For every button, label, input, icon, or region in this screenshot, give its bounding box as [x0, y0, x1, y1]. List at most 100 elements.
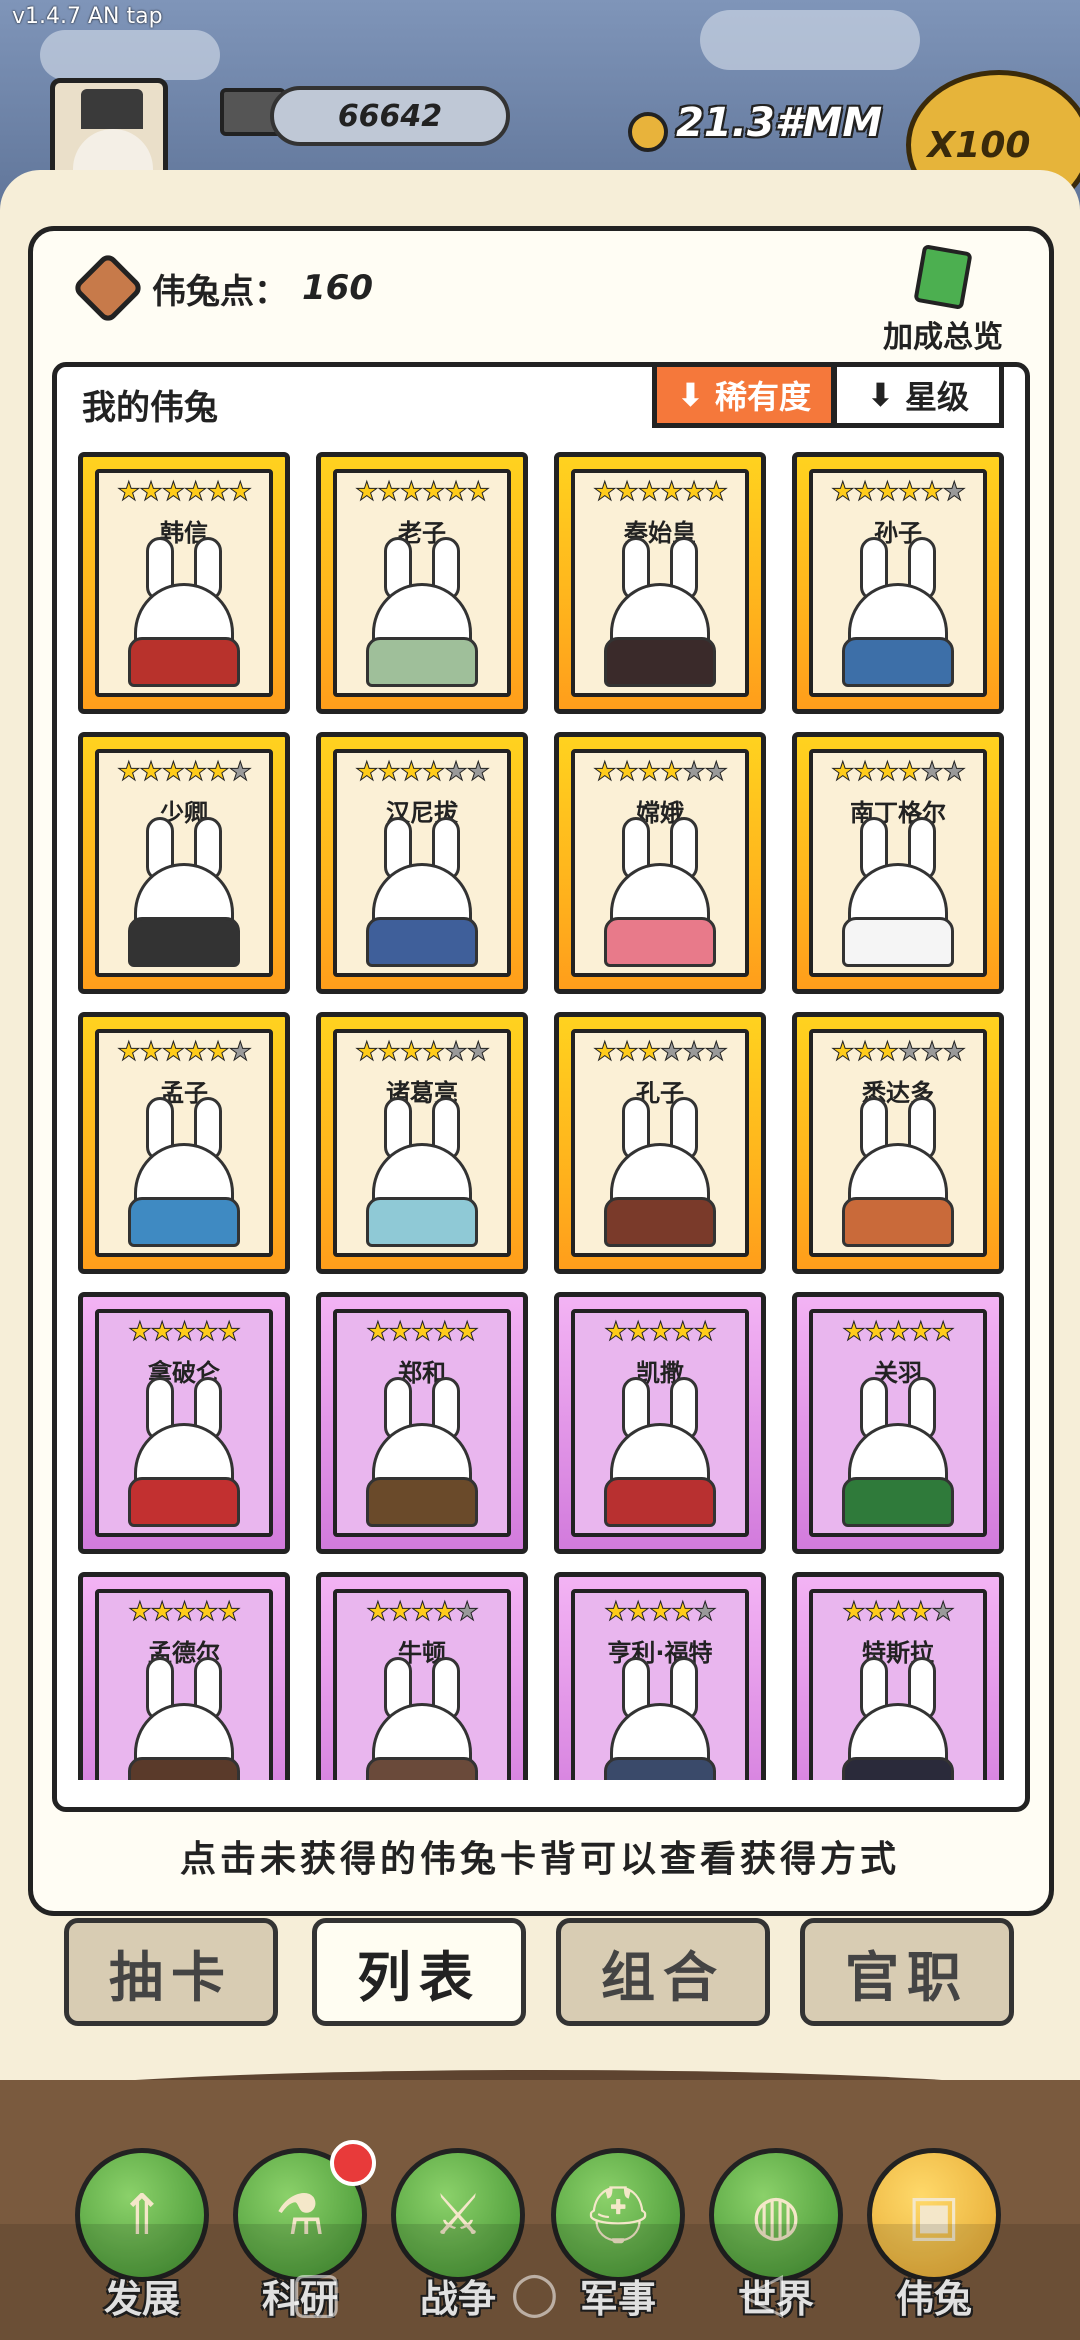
hero-card[interactable]: ★★★★★ 牛顿 [316, 1572, 528, 1780]
card-face: ★★★★★ 特斯拉 [809, 1589, 987, 1780]
hero-card[interactable]: ★★★★★★ 秦始皇 [554, 452, 766, 714]
star-icon: ★ [593, 477, 617, 508]
card-face: ★★★★★★ 孟子 [95, 1029, 273, 1257]
star-icon: ★ [648, 1317, 672, 1348]
tab-list[interactable]: 列表 [312, 1918, 526, 2026]
list-title: 我的伟兔 [82, 388, 218, 428]
tab-office[interactable]: 官职 [800, 1918, 1014, 2026]
system-home-button[interactable]: ○ [510, 2260, 559, 2325]
card-face: ★★★★★★ 韩信 [95, 469, 273, 697]
star-icon: ★ [377, 477, 401, 508]
system-back-button[interactable]: ◁ [740, 2260, 783, 2325]
star-icon: ★ [433, 1317, 457, 1348]
sort-rarity-button[interactable]: ⬇ 稀有度 [652, 362, 836, 428]
hero-card[interactable]: ★★★★★★ 韩信 [78, 452, 290, 714]
star-icon: ★ [897, 1037, 921, 1068]
star-rating: ★★★★★ [99, 1597, 269, 1628]
card-grid[interactable]: ★★★★★★ 韩信 ★★★★★★ 老子 ★★★★★★ 秦始皇 ★★★★★★ 孙子 ★★★★★★ 少… [70, 452, 1010, 1780]
hero-card[interactable]: ★★★★★★ 孔子 [554, 1012, 766, 1274]
hero-card[interactable]: ★★★★★ 孟德尔 [78, 1572, 290, 1780]
tab-draw[interactable]: 抽卡 [64, 1918, 278, 2026]
hero-card[interactable]: ★★★★★ 特斯拉 [792, 1572, 1004, 1780]
sort-star-button[interactable]: ⬇ 星级 [832, 362, 1004, 428]
rabbit-character-icon [362, 1097, 482, 1247]
coin-counter: 21.3#MM [676, 100, 883, 146]
card-face: ★★★★★ 亨利·福特 [571, 1589, 749, 1780]
rabbit-character-icon [600, 817, 720, 967]
star-icon: ★ [366, 1597, 390, 1628]
points-value: 160 [302, 268, 373, 308]
star-icon: ★ [897, 477, 921, 508]
card-face: ★★★★★ 孟德尔 [95, 1589, 273, 1780]
star-icon: ★ [366, 1317, 390, 1348]
star-icon: ★ [128, 1597, 152, 1628]
star-icon: ★ [909, 1317, 933, 1348]
star-rating: ★★★★★★ [813, 477, 983, 508]
system-recents-button[interactable]: ▢ [290, 2260, 343, 2325]
star-icon: ★ [228, 477, 252, 508]
star-icon: ★ [897, 757, 921, 788]
star-rating: ★★★★★ [337, 1597, 507, 1628]
hero-card[interactable]: ★★★★★★ 悉达多 [792, 1012, 1004, 1274]
hero-card[interactable]: ★★★★★★ 诸葛亮 [316, 1012, 528, 1274]
star-icon: ★ [139, 757, 163, 788]
star-icon: ★ [466, 757, 490, 788]
hero-card[interactable]: ★★★★★★ 嫦娥 [554, 732, 766, 994]
star-icon: ★ [388, 1597, 412, 1628]
star-icon: ★ [139, 477, 163, 508]
hero-card[interactable]: ★★★★★ 凯撒 [554, 1292, 766, 1554]
resource-counter: 66642 [270, 86, 510, 146]
card-face: ★★★★★ 拿破仑 [95, 1309, 273, 1537]
star-icon: ★ [421, 477, 445, 508]
rabbit-character-icon [124, 1097, 244, 1247]
hero-card[interactable]: ★★★★★ 郑和 [316, 1292, 528, 1554]
star-icon: ★ [886, 1597, 910, 1628]
hero-card[interactable]: ★★★★★★ 汉尼拔 [316, 732, 528, 994]
star-rating: ★★★★★★ [99, 1037, 269, 1068]
hero-card[interactable]: ★★★★★ 拿破仑 [78, 1292, 290, 1554]
rabbit-character-icon [600, 1377, 720, 1527]
star-icon: ★ [853, 1037, 877, 1068]
star-icon: ★ [659, 477, 683, 508]
hero-card[interactable]: ★★★★★★ 孙子 [792, 452, 1004, 714]
star-rating: ★★★★★★ [337, 477, 507, 508]
star-icon: ★ [637, 757, 661, 788]
card-face: ★★★★★ 郑和 [333, 1309, 511, 1537]
star-icon: ★ [626, 1317, 650, 1348]
bonus-overview-button[interactable]: 加成总览 [868, 244, 1018, 356]
rabbit-character-icon [124, 1657, 244, 1780]
star-icon: ★ [466, 477, 490, 508]
cloud-decoration [40, 30, 220, 80]
card-face: ★★★★★★ 诸葛亮 [333, 1029, 511, 1257]
star-icon: ★ [206, 757, 230, 788]
star-icon: ★ [117, 1037, 141, 1068]
star-icon: ★ [206, 477, 230, 508]
hero-card[interactable]: ★★★★★★ 老子 [316, 452, 528, 714]
star-rating: ★★★★★ [813, 1597, 983, 1628]
hero-card[interactable]: ★★★★★ 亨利·福特 [554, 1572, 766, 1780]
card-face: ★★★★★★ 南丁格尔 [809, 749, 987, 977]
star-icon: ★ [172, 1597, 196, 1628]
star-icon: ★ [355, 1037, 379, 1068]
star-icon: ★ [593, 757, 617, 788]
star-icon: ★ [444, 477, 468, 508]
card-face: ★★★★★★ 孔子 [571, 1029, 749, 1257]
star-icon: ★ [704, 1037, 728, 1068]
rabbit-character-icon [838, 1377, 958, 1527]
rabbit-character-icon [600, 1657, 720, 1780]
star-icon: ★ [920, 1037, 944, 1068]
hero-card[interactable]: ★★★★★ 关羽 [792, 1292, 1004, 1554]
sort-rarity-label: 稀有度 [714, 378, 811, 416]
star-icon: ★ [615, 757, 639, 788]
rabbit-character-icon [362, 1657, 482, 1780]
hero-card[interactable]: ★★★★★★ 孟子 [78, 1012, 290, 1274]
hero-card[interactable]: ★★★★★★ 南丁格尔 [792, 732, 1004, 994]
star-icon: ★ [875, 757, 899, 788]
star-icon: ★ [455, 1317, 479, 1348]
tab-combo[interactable]: 组合 [556, 1918, 770, 2026]
star-icon: ★ [693, 1597, 717, 1628]
star-rating: ★★★★★ [575, 1317, 745, 1348]
hint-text: 点击未获得的伟兔卡背可以查看获得方式 [179, 1839, 900, 1880]
star-icon: ★ [172, 1317, 196, 1348]
hero-card[interactable]: ★★★★★★ 少卿 [78, 732, 290, 994]
